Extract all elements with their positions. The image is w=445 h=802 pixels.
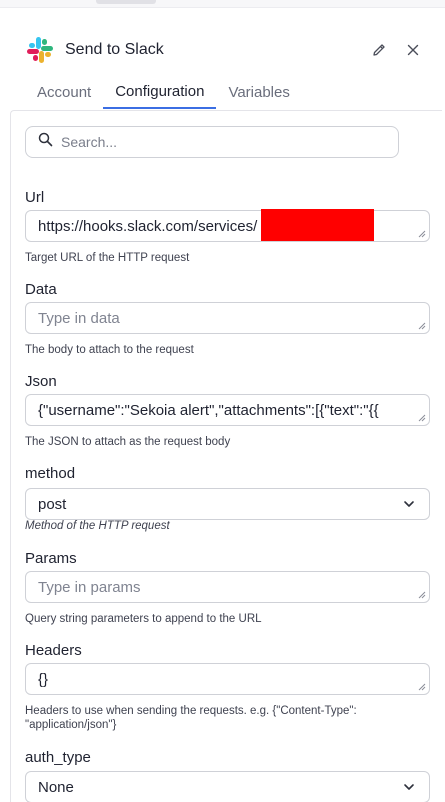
- pencil-icon[interactable]: [370, 41, 388, 59]
- method-select[interactable]: post: [25, 488, 430, 520]
- auth-type-select[interactable]: None: [25, 771, 430, 802]
- search-icon: [38, 132, 53, 152]
- url-value: https://hooks.slack.com/services/: [38, 217, 258, 235]
- headers-field[interactable]: {}: [25, 663, 430, 695]
- resize-handle-icon[interactable]: [418, 683, 426, 691]
- dialog-header: Send to Slack: [24, 33, 422, 67]
- resize-handle-icon[interactable]: [418, 322, 426, 330]
- close-icon[interactable]: [404, 41, 422, 59]
- resize-handle-icon[interactable]: [418, 414, 426, 422]
- method-label: method: [25, 465, 76, 482]
- redaction-box: [261, 209, 374, 241]
- json-field[interactable]: {"username":"Sekoia alert","attachments"…: [25, 394, 430, 426]
- data-field[interactable]: Type in data: [25, 302, 430, 334]
- data-help: The body to attach to the request: [25, 344, 194, 356]
- url-label: Url: [25, 189, 45, 206]
- tab-configuration[interactable]: Configuration: [103, 75, 217, 109]
- headers-help: Headers to use when sending the requests…: [25, 705, 357, 731]
- params-label: Params: [25, 550, 77, 567]
- params-help: Query string parameters to append to the…: [25, 613, 262, 625]
- resize-handle-icon[interactable]: [418, 591, 426, 599]
- json-label: Json: [25, 373, 57, 390]
- tab-account[interactable]: Account: [24, 75, 103, 109]
- tab-bar: Account Configuration Variables: [24, 75, 422, 109]
- top-strip-fragment: [96, 0, 156, 4]
- params-placeholder: Type in params: [38, 578, 141, 596]
- chevron-down-icon: [404, 501, 414, 507]
- dialog-title: Send to Slack: [65, 41, 164, 58]
- auth-type-value: None: [38, 778, 74, 796]
- url-help: Target URL of the HTTP request: [25, 252, 190, 264]
- json-value: {"username":"Sekoia alert","attachments"…: [38, 401, 379, 419]
- slack-logo-icon: [24, 34, 56, 66]
- headers-label: Headers: [25, 642, 82, 659]
- data-label: Data: [25, 281, 57, 298]
- chevron-down-icon: [404, 784, 414, 790]
- resize-handle-icon[interactable]: [418, 230, 426, 238]
- auth-type-label: auth_type: [25, 749, 91, 766]
- search-box[interactable]: [25, 126, 399, 158]
- method-value: post: [38, 495, 67, 513]
- headers-value: {}: [38, 670, 49, 688]
- top-strip: [0, 0, 445, 8]
- data-placeholder: Type in data: [38, 309, 120, 327]
- params-field[interactable]: Type in params: [25, 571, 430, 603]
- json-help: The JSON to attach as the request body: [25, 436, 231, 448]
- search-input[interactable]: [61, 134, 361, 150]
- tab-variables[interactable]: Variables: [216, 75, 301, 109]
- method-help: Method of the HTTP request: [25, 520, 170, 532]
